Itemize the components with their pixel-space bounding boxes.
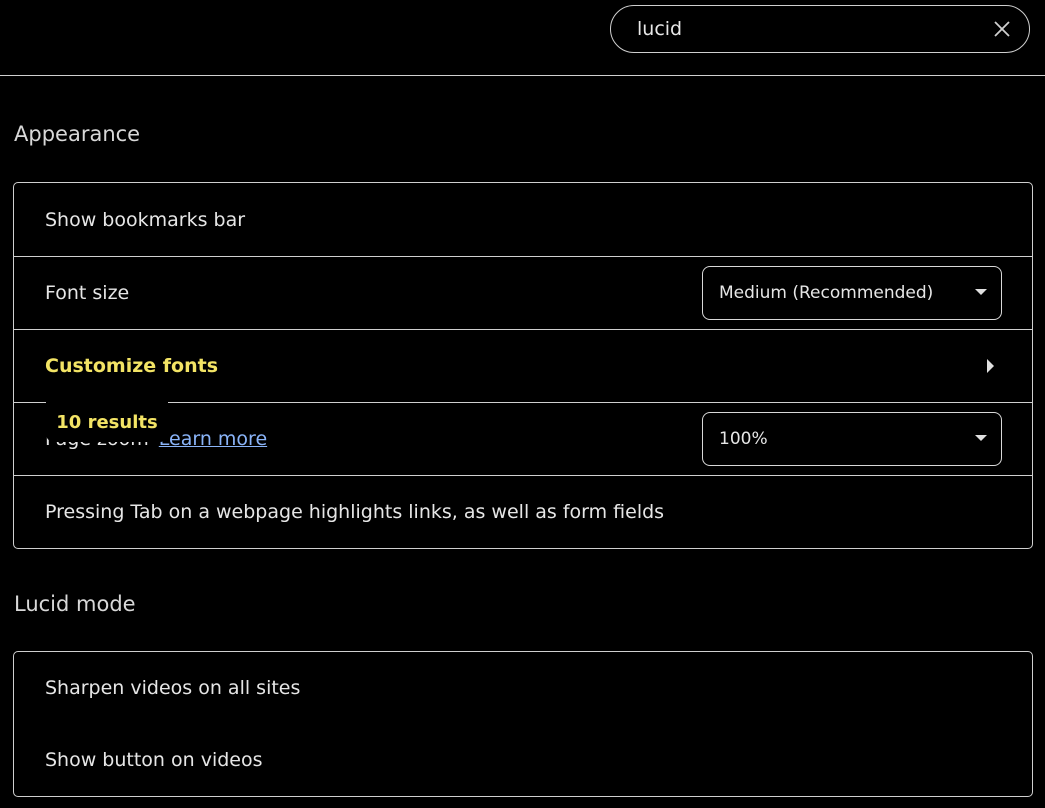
sharpen-videos-label: Sharpen videos on all sites xyxy=(45,677,301,699)
close-icon xyxy=(994,21,1010,37)
show-button-on-videos-label: Show button on videos xyxy=(45,749,263,771)
search-input[interactable] xyxy=(637,14,977,44)
customize-fonts-label: Customize fonts xyxy=(45,355,219,377)
font-size-select-value: Medium (Recommended) xyxy=(719,283,934,303)
show-button-on-videos-row[interactable]: Show button on videos xyxy=(14,724,1032,796)
clear-search-button[interactable] xyxy=(991,18,1013,40)
show-bookmarks-bar-label: Show bookmarks bar xyxy=(45,208,246,231)
chevron-right-icon[interactable] xyxy=(987,359,994,373)
font-size-label: Font size xyxy=(45,282,130,304)
font-size-row: Font size Medium (Recommended) xyxy=(14,256,1032,329)
search-results-bubble: 10 results xyxy=(46,402,168,442)
font-size-select[interactable]: Medium (Recommended) xyxy=(702,266,1002,320)
show-bookmarks-bar-row[interactable]: Show bookmarks bar xyxy=(14,183,1032,256)
page-zoom-select[interactable]: 100% xyxy=(702,412,1002,466)
search-box[interactable] xyxy=(610,5,1030,53)
page-zoom-select-value: 100% xyxy=(719,429,768,449)
learn-more-link[interactable]: Learn more xyxy=(159,428,267,450)
chevron-down-icon xyxy=(975,289,987,295)
sharpen-videos-row[interactable]: Sharpen videos on all sites xyxy=(14,652,1032,724)
tab-highlights-row[interactable]: Pressing Tab on a webpage highlights lin… xyxy=(14,475,1032,548)
chevron-down-icon xyxy=(975,435,987,441)
lucid-mode-card: Sharpen videos on all sites Show button … xyxy=(13,651,1033,797)
lucid-mode-section-title: Lucid mode xyxy=(14,592,136,616)
customize-fonts-row[interactable]: Customize fonts xyxy=(14,329,1032,402)
appearance-card: Show bookmarks bar Font size Medium (Rec… xyxy=(13,182,1033,549)
appearance-section-title: Appearance xyxy=(14,122,141,146)
top-bar xyxy=(0,0,1045,76)
tab-highlights-label: Pressing Tab on a webpage highlights lin… xyxy=(45,501,665,523)
